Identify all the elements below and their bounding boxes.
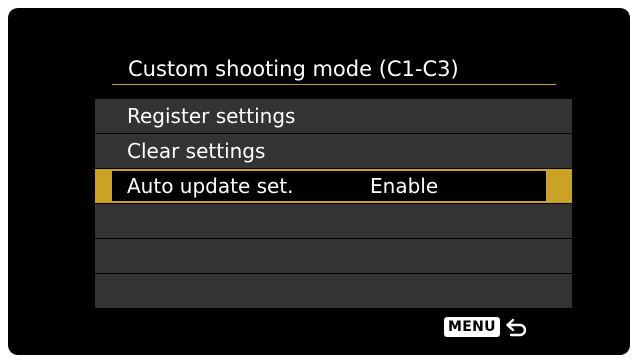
menu-item-empty xyxy=(95,274,572,308)
menu-key-label: MENU xyxy=(444,317,500,337)
menu-item-register-settings[interactable]: Register settings xyxy=(95,99,572,133)
menu-item-value: Enable xyxy=(370,174,439,198)
title-divider xyxy=(112,84,556,85)
menu-item-label: Register settings xyxy=(127,104,296,128)
camera-screen: Custom shooting mode (C1-C3) Register se… xyxy=(8,8,630,355)
page-title: Custom shooting mode (C1-C3) xyxy=(128,57,459,81)
menu-list: Register settings Clear settings Auto up… xyxy=(95,99,572,309)
menu-item-label: Auto update set. xyxy=(127,174,294,198)
menu-item-clear-settings[interactable]: Clear settings xyxy=(95,134,572,168)
return-arrow-icon xyxy=(506,318,526,337)
menu-return-button[interactable]: MENU xyxy=(444,316,528,338)
menu-item-auto-update-set[interactable]: Auto update set. Enable xyxy=(95,169,572,203)
menu-item-empty xyxy=(95,239,572,273)
menu-item-empty xyxy=(95,204,572,238)
menu-item-label: Clear settings xyxy=(127,139,266,163)
